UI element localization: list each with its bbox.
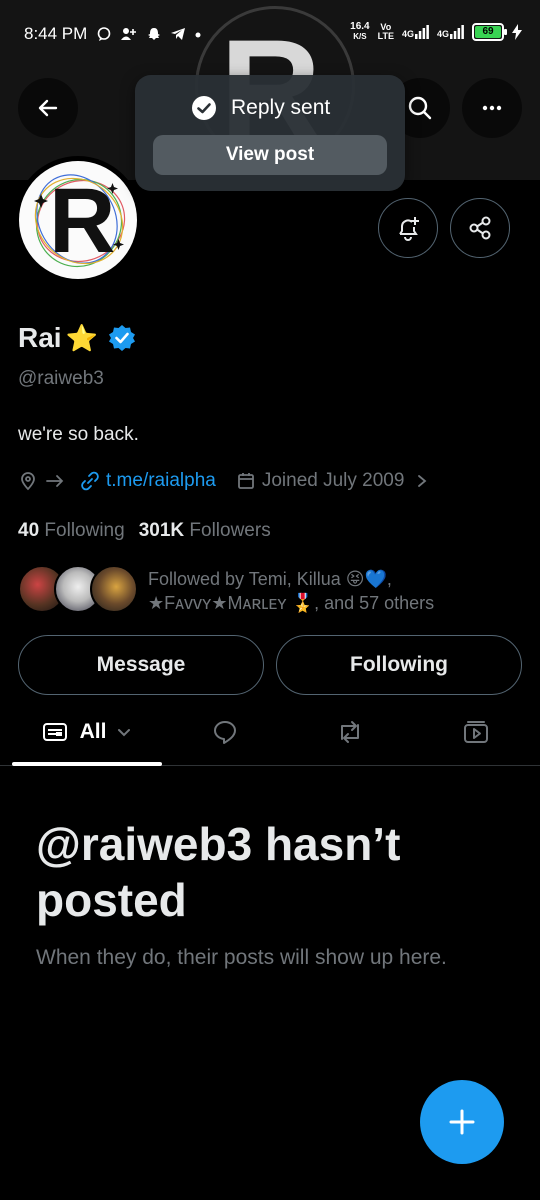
followed-by-row[interactable]: Followed by Temi, Killua 😝💙, ★Fᴀᴠᴠʏ★Mᴀʀʟ…	[18, 563, 518, 617]
share-icon	[469, 216, 491, 240]
following-button[interactable]: Following	[276, 635, 522, 695]
repost-icon	[341, 721, 359, 743]
avatar-letter: R	[49, 170, 116, 272]
tab-media[interactable]	[446, 700, 506, 764]
followed-by-line-2: ★Fᴀᴠᴠʏ★Mᴀʀʟᴇʏ 🎖️, and 57 others	[148, 593, 435, 613]
tab-replies[interactable]	[195, 700, 255, 764]
volte-indicator: Vo LTE	[378, 23, 394, 41]
bell-plus-icon	[399, 217, 419, 241]
notify-button[interactable]	[378, 198, 438, 258]
tab-all[interactable]: All	[12, 700, 162, 764]
notification-icons	[96, 26, 202, 42]
contacts-icon	[121, 28, 136, 40]
signal-1-label: 4G	[401, 29, 414, 39]
following-count: 40	[18, 520, 40, 541]
signal-1: 4G	[402, 25, 429, 39]
active-tab-indicator	[12, 762, 162, 766]
check-circle-icon	[192, 96, 216, 120]
calendar-icon	[237, 473, 254, 489]
back-button[interactable]	[18, 78, 78, 138]
volte-bottom: LTE	[377, 31, 394, 41]
tab-reposts[interactable]	[320, 700, 380, 764]
toast-title: Reply sent	[231, 96, 331, 119]
followed-by-line-1: Followed by Temi, Killua 😝💙,	[148, 569, 392, 589]
name-emoji: ⭐	[65, 322, 98, 353]
tab-all-label: All	[79, 720, 107, 743]
charging-icon	[512, 24, 522, 40]
snapchat-icon	[148, 28, 160, 40]
avatar-image: R	[19, 161, 137, 279]
network-speed: 16.4 K/S	[350, 22, 369, 42]
followers-count-label: Followers	[189, 520, 271, 541]
status-bar: 8:44 PM 16.4 K/S Vo LTE 4G 4G 69	[0, 0, 540, 72]
verified-badge-icon	[108, 325, 135, 351]
following-count-label: Following	[44, 520, 125, 541]
profile-name-row: Rai ⭐	[18, 322, 136, 354]
message-button[interactable]: Message	[18, 635, 264, 695]
follow-counts: 40 Following 301K Followers	[18, 520, 271, 542]
empty-state-subtitle: When they do, their posts will show up h…	[36, 946, 447, 969]
feed-icon	[42, 723, 67, 741]
more-options-button[interactable]	[462, 78, 522, 138]
signal-2: 4G	[437, 25, 464, 39]
video-icon	[464, 721, 488, 743]
profile-name: Rai	[18, 322, 62, 353]
dot-icon	[195, 32, 201, 38]
reply-sent-toast: Reply sent View post	[135, 75, 405, 191]
joined-date: Joined July 2009	[261, 470, 405, 491]
status-time: 8:44 PM	[24, 24, 88, 43]
battery-level: 69	[475, 26, 501, 38]
network-speed-unit: K/S	[353, 32, 367, 41]
signal-bars-icon	[414, 25, 429, 39]
arrow-left-icon	[38, 99, 58, 117]
compose-post-button[interactable]	[420, 1080, 504, 1164]
follower-avatar	[90, 565, 138, 613]
network-speed-value: 16.4	[350, 21, 370, 32]
view-post-button[interactable]: View post	[153, 135, 387, 175]
profile-link[interactable]: t.me/raialpha	[106, 470, 216, 492]
profile-tabs: All	[0, 700, 540, 766]
followers-count-link[interactable]: 301K Followers	[139, 520, 271, 542]
chevron-right-icon[interactable]	[414, 471, 430, 491]
battery-indicator: 69	[472, 23, 507, 41]
profile-meta: t.me/raialpha Joined July 2009	[18, 470, 430, 492]
arrow-right-icon	[46, 475, 64, 487]
profile-avatar[interactable]: R	[14, 156, 142, 284]
plus-icon	[449, 1109, 475, 1135]
location-pin-icon	[21, 472, 35, 491]
followers-count: 301K	[138, 520, 185, 541]
link-icon	[81, 471, 99, 491]
toast-message: Reply sent	[191, 95, 330, 121]
signal-2-label: 4G	[436, 29, 449, 39]
search-icon	[408, 96, 432, 120]
profile-bio: we're so back.	[18, 424, 139, 445]
more-horizontal-icon	[482, 105, 502, 111]
followed-by-text: Followed by Temi, Killua 😝💙, ★Fᴀᴠᴠʏ★Mᴀʀʟ…	[148, 567, 434, 615]
signal-bars-icon	[450, 25, 464, 39]
share-button[interactable]	[450, 198, 510, 258]
chevron-down-icon	[118, 729, 131, 737]
following-count-link[interactable]: 40 Following	[18, 520, 125, 542]
empty-state-title: @raiweb3 hasn’t posted	[36, 818, 401, 926]
profile-handle: @raiweb3	[18, 368, 104, 389]
status-right: 16.4 K/S Vo LTE 4G 4G 69	[350, 22, 522, 42]
telegram-icon	[171, 28, 185, 40]
reply-bubble-icon	[214, 721, 236, 744]
chat-bubble-icon	[97, 27, 111, 41]
